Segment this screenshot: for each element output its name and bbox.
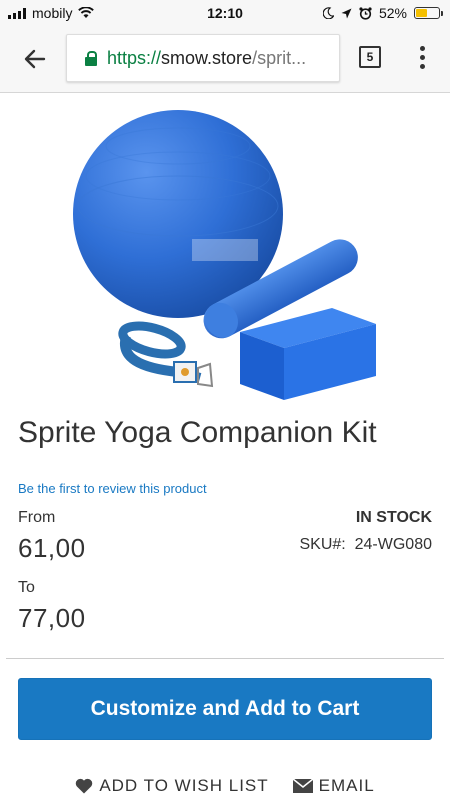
back-arrow-icon[interactable] bbox=[22, 46, 48, 72]
stock-status: In stock bbox=[355, 509, 432, 526]
browser-toolbar: https://smow.store/sprit... 5 bbox=[0, 26, 450, 93]
status-bar: mobily 12:10 52% bbox=[0, 0, 450, 26]
price-from: 61,00 bbox=[18, 533, 86, 563]
product-image[interactable] bbox=[60, 96, 390, 406]
heart-icon bbox=[76, 778, 93, 794]
battery-icon bbox=[414, 7, 443, 19]
email-label: Email bbox=[318, 776, 375, 795]
location-arrow-icon bbox=[341, 8, 352, 18]
divider bbox=[6, 658, 444, 659]
sku: SKU#: 24-WG080 bbox=[299, 536, 432, 554]
url-scheme: https:// bbox=[107, 47, 162, 68]
wishlist-label: Add to Wish List bbox=[99, 776, 269, 795]
url-path: /sprit... bbox=[252, 47, 307, 68]
review-link[interactable]: Be the first to review this product bbox=[18, 481, 207, 496]
moon-icon bbox=[322, 7, 334, 19]
sku-value: 24-WG080 bbox=[354, 536, 432, 553]
url-text[interactable]: https://smow.store/sprit... bbox=[107, 48, 306, 69]
tabs-icon[interactable]: 5 bbox=[359, 46, 381, 68]
product-title: Sprite Yoga Companion Kit bbox=[18, 416, 377, 449]
price-to-label: To bbox=[18, 579, 35, 596]
secondary-actions: Add to Wish List Email bbox=[0, 776, 450, 796]
url-host: smow.store bbox=[161, 47, 253, 68]
tab-count: 5 bbox=[366, 50, 374, 64]
price-to: 77,00 bbox=[18, 603, 86, 633]
email-link[interactable]: Email bbox=[292, 776, 375, 796]
wishlist-link[interactable]: Add to Wish List bbox=[75, 776, 268, 796]
battery-percent: 52% bbox=[378, 5, 407, 21]
lock-icon bbox=[85, 50, 97, 66]
envelope-icon bbox=[292, 779, 313, 793]
price-from-label: From bbox=[18, 509, 56, 526]
add-to-cart-button[interactable]: Customize and Add to Cart bbox=[18, 678, 432, 740]
alarm-icon bbox=[359, 6, 372, 20]
more-vert-icon[interactable] bbox=[420, 46, 426, 70]
sku-label: SKU#: bbox=[299, 536, 346, 553]
address-bar[interactable]: https://smow.store/sprit... bbox=[66, 34, 340, 82]
